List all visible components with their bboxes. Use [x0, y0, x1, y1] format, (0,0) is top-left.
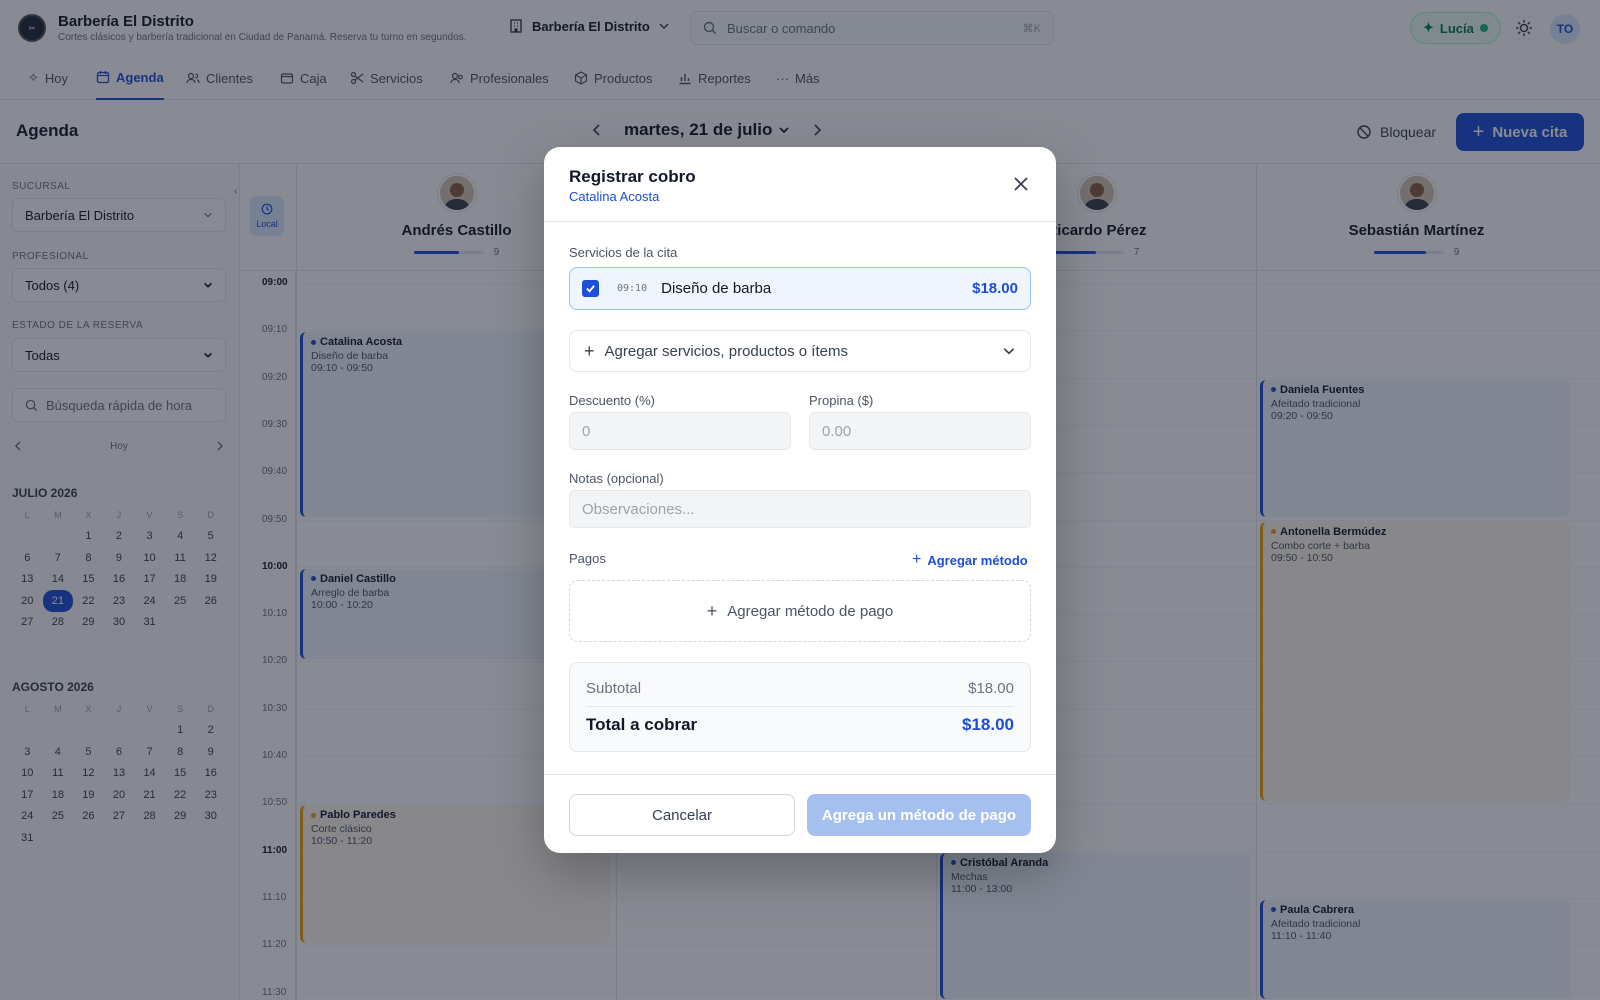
notes-label: Notas (opcional)	[569, 471, 664, 486]
close-icon	[1014, 177, 1028, 191]
check-icon	[586, 285, 595, 293]
subtotal-row: Subtotal $18.00	[586, 680, 1014, 697]
notes-placeholder: Observaciones...	[582, 500, 695, 518]
add-method-link[interactable]: + Agregar método	[912, 551, 1028, 569]
tip-input[interactable]: 0.00	[809, 412, 1031, 450]
notes-input[interactable]: Observaciones...	[569, 490, 1031, 528]
payments-label: Pagos	[569, 551, 606, 566]
total-row: Total a cobrar $18.00	[586, 715, 1014, 735]
divider	[544, 774, 1056, 775]
modal-client-link[interactable]: Catalina Acosta	[569, 189, 659, 204]
discount-input[interactable]: 0	[569, 412, 791, 450]
service-time: 09:10	[617, 283, 648, 294]
service-checkbox[interactable]	[582, 280, 599, 297]
plus-icon: +	[706, 600, 718, 621]
add-method-link-label: Agregar método	[927, 552, 1028, 568]
service-price: $18.00	[972, 280, 1018, 297]
tip-placeholder: 0.00	[822, 422, 852, 440]
modal-title: Registrar cobro	[569, 167, 696, 186]
close-button[interactable]	[1010, 173, 1032, 195]
service-name: Diseño de barba	[661, 280, 772, 297]
plus-icon: +	[912, 551, 922, 568]
submit-payment-button[interactable]: Agrega un método de pago	[807, 794, 1031, 836]
subtotal-label: Subtotal	[586, 680, 642, 697]
cancel-button[interactable]: Cancelar	[569, 794, 795, 836]
discount-label: Descuento (%)	[569, 393, 655, 408]
totals-panel: Subtotal $18.00 Total a cobrar $18.00	[569, 662, 1031, 752]
chevron-down-icon	[1003, 348, 1015, 355]
total-value: $18.00	[962, 715, 1014, 734]
divider	[586, 706, 1014, 707]
services-label: Servicios de la cita	[569, 245, 678, 260]
add-payment-method-button[interactable]: + Agregar método de pago	[569, 580, 1031, 642]
tip-label: Propina ($)	[809, 393, 874, 408]
total-label: Total a cobrar	[586, 715, 698, 734]
service-line-item[interactable]: 09:10 Diseño de barba $18.00	[569, 267, 1031, 310]
divider	[544, 221, 1056, 222]
add-payment-method-label: Agregar método de pago	[727, 602, 894, 620]
add-items-dropdown[interactable]: + Agregar servicios, productos o ítems	[569, 330, 1031, 372]
add-items-label: Agregar servicios, productos o ítems	[604, 342, 848, 360]
subtotal-value: $18.00	[968, 680, 1014, 697]
discount-placeholder: 0	[582, 422, 591, 440]
checkout-modal: Registrar cobro Catalina Acosta Servicio…	[544, 147, 1056, 853]
plus-icon: +	[584, 340, 595, 361]
